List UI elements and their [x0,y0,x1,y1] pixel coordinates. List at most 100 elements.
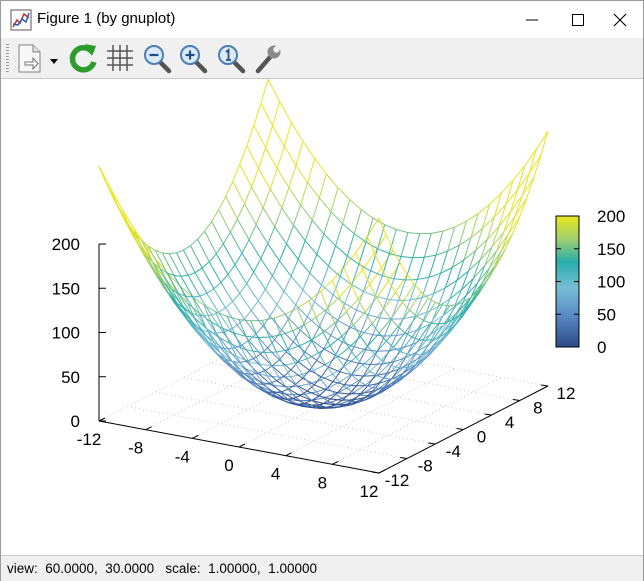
z-axis-ticks: 0 50 100 150 200 [52,235,106,431]
replot-button[interactable] [67,41,99,75]
mesh-line [447,226,456,252]
mesh-line [173,275,187,297]
mesh-line [309,254,318,274]
x-tick-mark [145,426,152,431]
mesh-line [335,245,348,257]
mesh-line [510,189,519,213]
x-tick-label: 8 [318,473,327,492]
mesh-line [257,289,266,302]
mesh-line [301,374,310,385]
mesh-line [400,232,409,257]
mesh-line [279,260,292,277]
mesh-line [412,256,425,259]
mesh-line [300,329,313,341]
close-button[interactable] [597,1,643,38]
autoscale-button[interactable] [215,41,247,75]
options-button[interactable] [252,41,284,75]
minimize-button[interactable] [509,1,555,38]
mesh-line [377,350,390,352]
mesh-line [183,245,191,251]
grid-button[interactable] [104,41,136,75]
mesh-line [363,375,376,377]
mesh-line [250,310,264,327]
mesh-line [381,350,390,365]
mesh-line [302,141,316,159]
mesh-line [396,229,409,234]
z-tick-label: 50 [61,368,80,387]
mesh-line [173,275,182,277]
mesh-line [400,256,413,259]
mesh-line [313,376,322,386]
surface-mesh [98,78,549,409]
surface-plot: -12 -8 -4 0 4 8 12 -12-8-404812 050100150200 0… [52,78,625,501]
export-menu-button[interactable] [47,41,61,75]
mesh-line [503,211,512,233]
mesh-line [412,233,421,258]
mesh-line [361,209,374,219]
mesh-line [344,384,357,387]
x-tick-label: -12 [77,430,102,449]
mesh-line [176,249,184,254]
x-tick-mark [192,434,199,439]
mesh-line [423,320,431,324]
mesh-line [234,252,243,265]
mesh-line [505,233,514,249]
y-tick-mark [371,471,380,474]
export-button[interactable] [14,41,46,75]
close-icon [613,13,627,27]
mesh-line [204,230,217,254]
window-title: Figure 1 (by gnuplot) [37,10,176,27]
mesh-line [399,262,408,275]
mesh-line [244,203,257,225]
mesh-line [251,168,259,188]
mesh-line [267,78,281,102]
mesh-line [345,311,354,326]
mesh-line [364,297,378,313]
mesh-line [215,243,224,254]
zoom-next-button[interactable] [177,41,209,75]
mesh-line [535,130,549,150]
mesh-line [260,243,269,259]
zoom-previous-button[interactable] [141,41,173,75]
mesh-line [211,221,224,245]
mesh-line [162,252,170,255]
mesh-line [376,297,385,310]
mesh-line [307,158,316,183]
mesh-line [372,387,380,389]
mesh-line [300,182,309,205]
mesh-line [269,188,283,209]
mesh-line [367,295,376,315]
z-tick-label: 200 [52,235,80,254]
toolbar-grip[interactable] [6,44,9,74]
mesh-line [232,301,245,319]
mesh-line [253,102,262,126]
mesh-line [281,388,289,393]
mesh-line [276,168,290,188]
status-bar: view: 60.0000, 30.0000 scale: 1.00000, 1… [1,555,643,581]
maximize-button[interactable] [555,1,601,38]
mesh-line [260,363,272,367]
mesh-line [409,291,422,311]
mesh-line [360,336,368,347]
z-tick-label: 100 [52,324,80,343]
mesh-line [251,186,264,208]
mesh-line [229,329,243,346]
colorbar-tick-label: 150 [597,240,625,259]
x-tick-mark [238,443,246,448]
mesh-line [232,293,240,302]
y-tick-label: -4 [446,442,461,461]
wrench-icon [255,45,281,74]
mesh-line [257,300,271,317]
mesh-line [208,253,217,263]
mesh-line [521,173,530,196]
mesh-line [246,283,259,302]
mesh-line [169,252,177,255]
mesh-line [274,226,287,245]
plot-area[interactable]: -12 -8 -4 0 4 8 12 -12 -8 -4 0 4 8 12 0 50 100 150 200 0… [1,78,643,555]
mesh-line [239,293,252,311]
mesh-line [288,187,302,206]
mesh-line [260,78,269,104]
mesh-line [314,384,327,391]
mesh-line [323,211,332,235]
mesh-line [229,232,243,254]
